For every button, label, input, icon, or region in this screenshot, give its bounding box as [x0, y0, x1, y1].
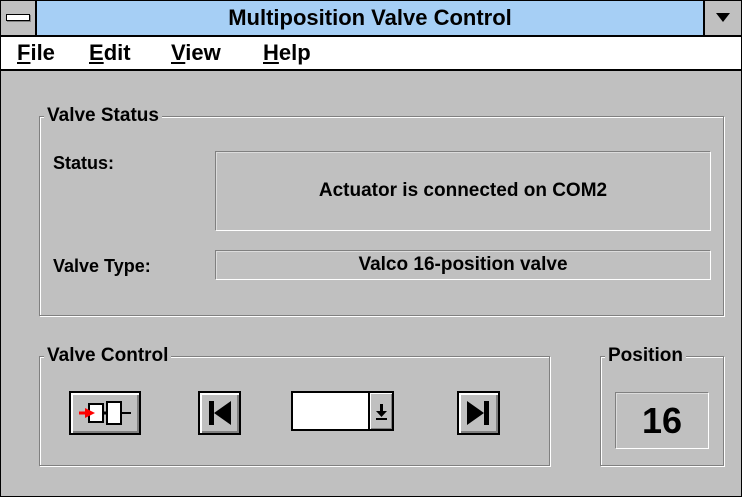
- menu-bar: File Edit View Help: [1, 37, 741, 71]
- minimize-button[interactable]: [703, 1, 741, 35]
- position-select[interactable]: [291, 391, 394, 431]
- status-display: Actuator is connected on COM2: [215, 151, 711, 231]
- title-bar[interactable]: Multiposition Valve Control: [1, 1, 741, 37]
- menu-view[interactable]: View: [171, 37, 221, 69]
- valve-type-label: Valve Type:: [53, 256, 151, 276]
- next-position-button[interactable]: [457, 391, 500, 435]
- skip-to-end-icon: [467, 401, 489, 425]
- position-display: 16: [615, 392, 709, 449]
- menu-help[interactable]: Help: [263, 37, 311, 69]
- minimize-arrow-icon: [716, 13, 730, 22]
- menu-file[interactable]: File: [17, 37, 55, 69]
- valve-status-legend: Valve Status: [44, 104, 162, 128]
- position-select-dropdown-button[interactable]: [368, 393, 392, 429]
- window-title: Multiposition Valve Control: [228, 5, 512, 30]
- system-menu-button[interactable]: [1, 1, 37, 35]
- position-select-field[interactable]: [293, 393, 366, 429]
- valve-actuator-icon: [79, 401, 131, 425]
- position-legend: Position: [605, 344, 686, 368]
- main-window: Multiposition Valve Control File Edit Vi…: [0, 0, 742, 497]
- status-label: Status:: [53, 153, 115, 173]
- previous-position-button[interactable]: [198, 391, 241, 435]
- valve-type-display: Valco 16-position valve: [215, 250, 711, 280]
- system-menu-icon: [6, 14, 30, 21]
- menu-edit[interactable]: Edit: [89, 37, 131, 69]
- valve-control-legend: Valve Control: [44, 344, 172, 368]
- dropdown-arrow-icon: [376, 404, 387, 420]
- connect-actuator-button[interactable]: [69, 391, 141, 435]
- skip-to-start-icon: [209, 401, 231, 425]
